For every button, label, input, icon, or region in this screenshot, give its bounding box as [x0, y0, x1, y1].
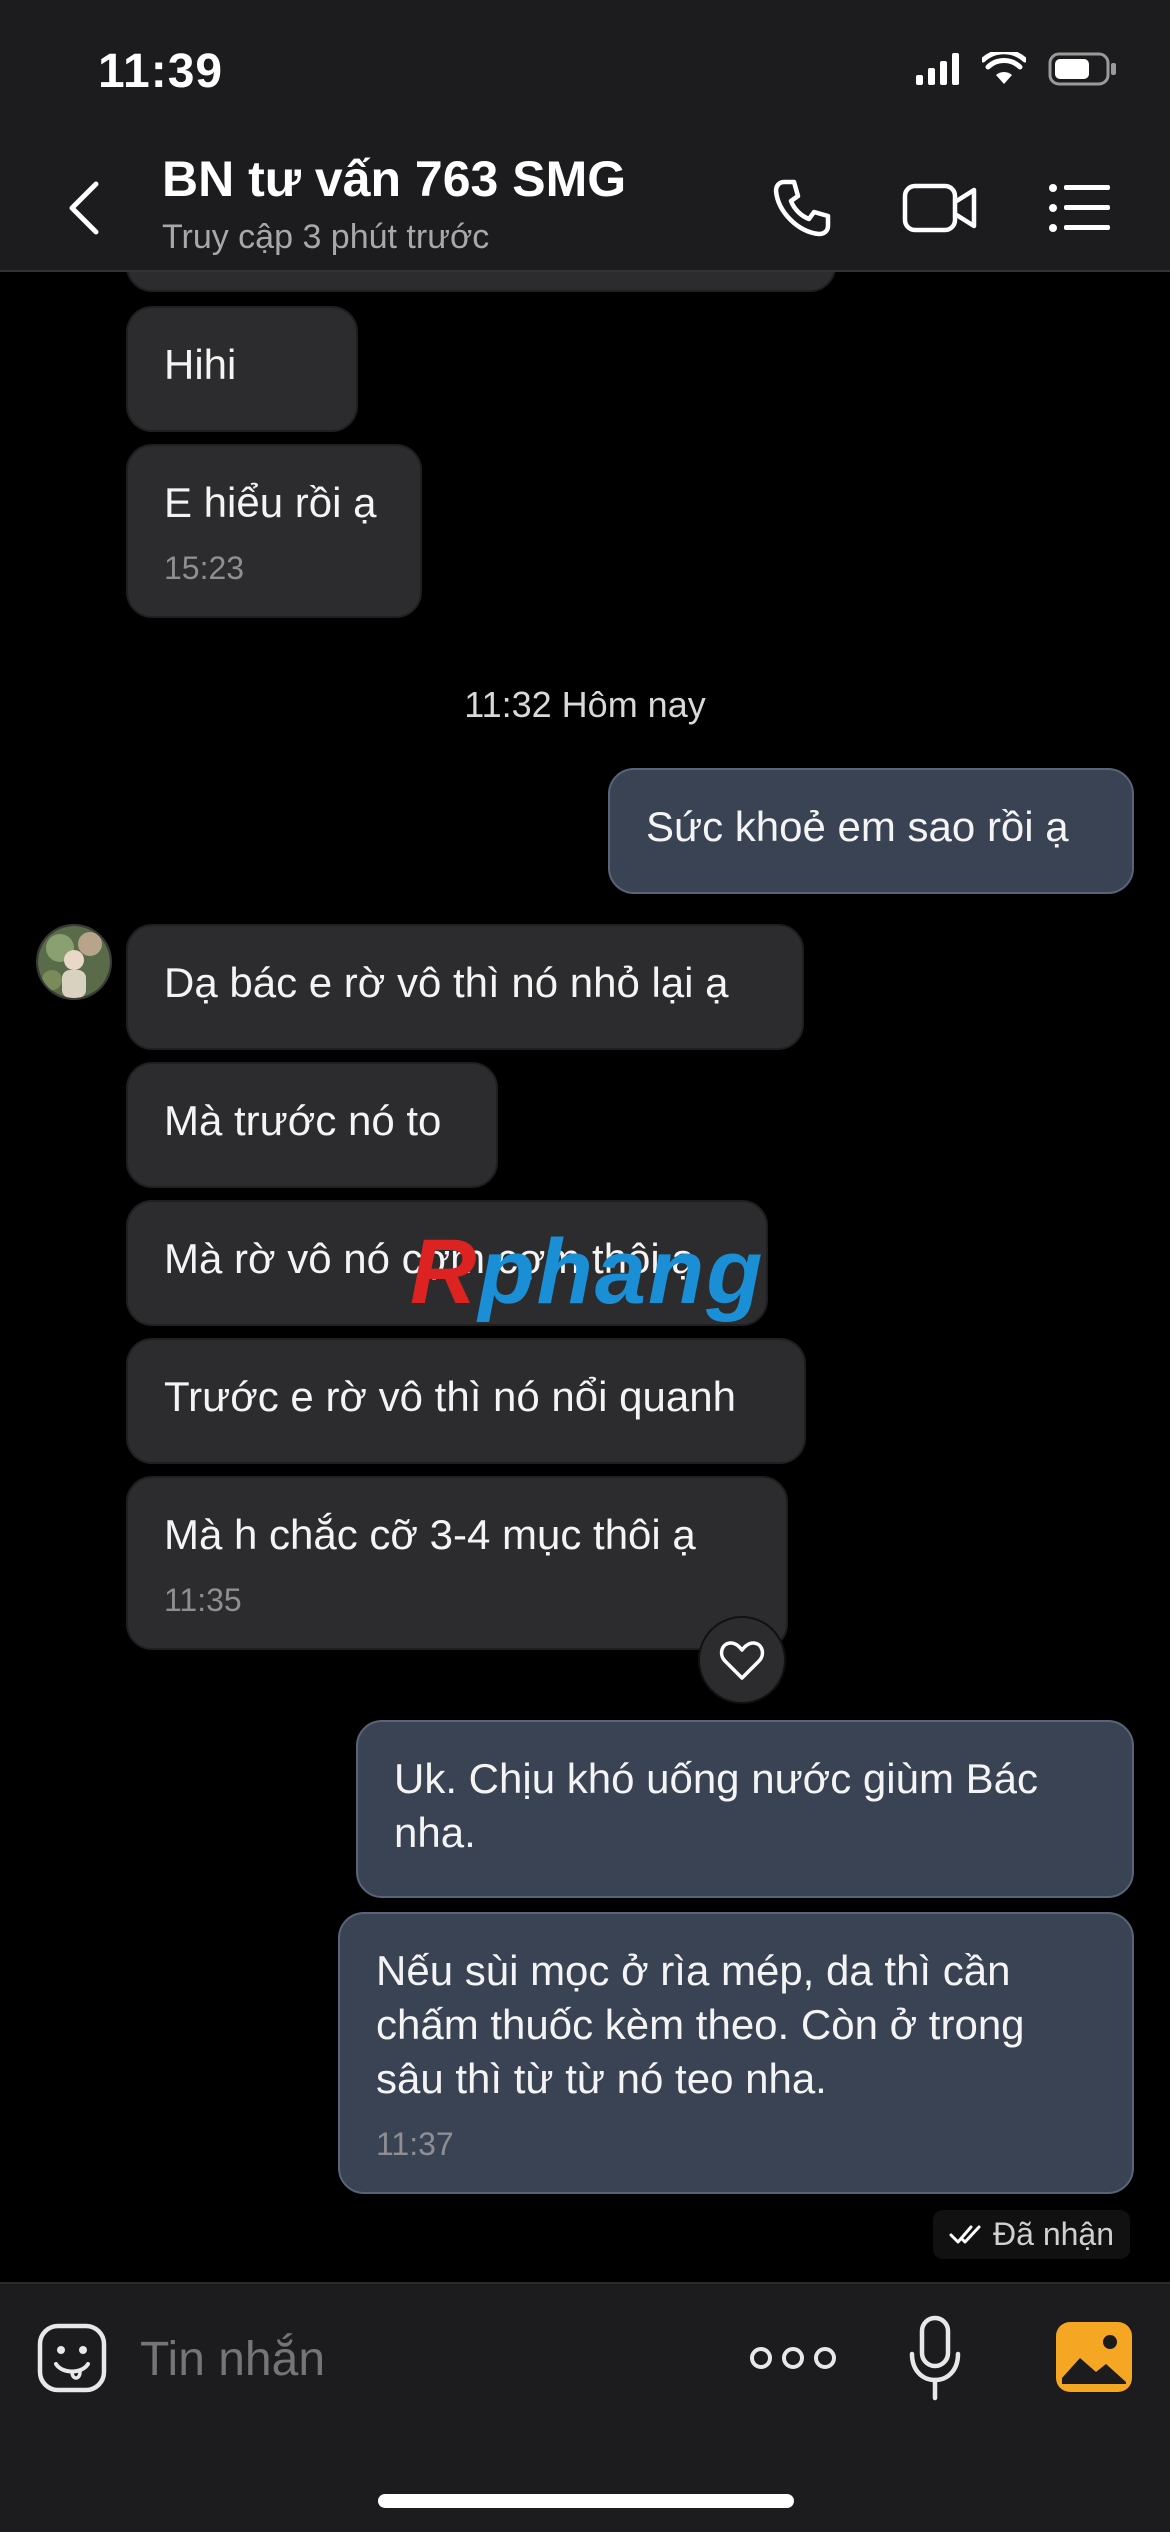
home-indicator[interactable] — [378, 2494, 794, 2508]
more-options-icon[interactable] — [748, 2338, 838, 2378]
chat-screen: 11:39 BN tư vấn 763 SMG Truy cập 3 phút … — [0, 0, 1170, 2532]
delivery-status: Đã nhận — [933, 2210, 1130, 2259]
message-text: Mà rờ vô nó cợm cợm thôi ạ — [164, 1235, 695, 1282]
message-bubble[interactable]: Mà h chắc cỡ 3-4 mục thôi ạ 11:35 — [126, 1476, 788, 1650]
list-menu-icon — [1049, 184, 1110, 232]
double-check-icon — [949, 2225, 981, 2243]
wifi-icon — [982, 52, 1026, 84]
call-button[interactable] — [762, 168, 842, 248]
avatar[interactable] — [36, 924, 112, 1000]
status-bar: 11:39 — [0, 0, 1170, 140]
photo-gallery-icon[interactable] — [1056, 2322, 1132, 2392]
heart-icon — [719, 1641, 765, 1680]
message-text: Trước e rờ vô thì nó nổi quanh — [164, 1373, 736, 1420]
chat-header: BN tư vấn 763 SMG Truy cập 3 phút trước — [0, 140, 1170, 272]
message-bubble[interactable]: E hiểu rồi ạ 15:23 — [126, 444, 422, 618]
message-bubble-outgoing[interactable]: Nếu sùi mọc ở rìa mép, da thì cần chấm t… — [338, 1912, 1134, 2194]
message-bubble-outgoing[interactable]: Uk. Chịu khó uống nước giùm Bác nha. — [356, 1720, 1134, 1898]
message-bubble[interactable]: Mà rờ vô nó cợm cợm thôi ạ — [126, 1200, 768, 1326]
video-camera-icon — [902, 183, 977, 233]
message-text: Dạ bác e rờ vô thì nó nhỏ lại ạ — [164, 959, 729, 1006]
last-seen-status: Truy cập 3 phút trước — [162, 218, 490, 256]
message-bubble-outgoing[interactable]: Sức khoẻ em sao rồi ạ — [608, 768, 1134, 894]
status-icons — [916, 52, 1118, 86]
message-time: 11:35 — [164, 1582, 242, 1618]
delivery-status-text: Đã nhận — [993, 2216, 1114, 2252]
back-arrow-icon[interactable] — [60, 178, 110, 238]
message-text: E hiểu rồi ạ — [164, 479, 377, 526]
message-composer — [0, 2282, 1170, 2532]
message-list[interactable]: Hihi E hiểu rồi ạ 15:23 11:32 Hôm nay Sứ… — [0, 272, 1170, 2282]
contact-name[interactable]: BN tư vấn 763 SMG — [162, 150, 626, 208]
message-bubble[interactable]: Mà trước nó to — [126, 1062, 498, 1188]
message-bubble[interactable]: Dạ bác e rờ vô thì nó nhỏ lại ạ — [126, 924, 804, 1050]
sticker-icon[interactable] — [36, 2322, 108, 2394]
video-call-button[interactable] — [900, 168, 980, 248]
message-text: Hihi — [164, 341, 237, 388]
menu-button[interactable] — [1040, 168, 1120, 248]
message-time: 11:37 — [376, 2126, 454, 2162]
message-bubble[interactable]: Trước e rờ vô thì nó nổi quanh — [126, 1338, 806, 1464]
message-bubble[interactable]: Hihi — [126, 306, 358, 432]
message-text: Mà trước nó to — [164, 1097, 442, 1144]
message-text: Uk. Chịu khó uống nước giùm Bác nha. — [394, 1755, 1038, 1856]
message-text: Nếu sùi mọc ở rìa mép, da thì cần chấm t… — [376, 1947, 1025, 2102]
cellular-signal-icon — [916, 53, 959, 85]
avatar-image — [38, 926, 110, 998]
microphone-icon[interactable] — [905, 2314, 965, 2404]
message-input[interactable] — [140, 2324, 700, 2394]
phone-icon — [773, 179, 831, 237]
battery-icon — [1048, 52, 1116, 86]
message-text: Sức khoẻ em sao rồi ạ — [646, 803, 1069, 850]
status-clock: 11:39 — [98, 45, 224, 98]
react-button[interactable] — [698, 1616, 786, 1704]
date-separator: 11:32 Hôm nay — [464, 684, 706, 725]
message-time: 15:23 — [164, 550, 245, 586]
message-text: Mà h chắc cỡ 3-4 mục thôi ạ — [164, 1511, 696, 1558]
message-bubble-partial[interactable] — [126, 272, 836, 292]
